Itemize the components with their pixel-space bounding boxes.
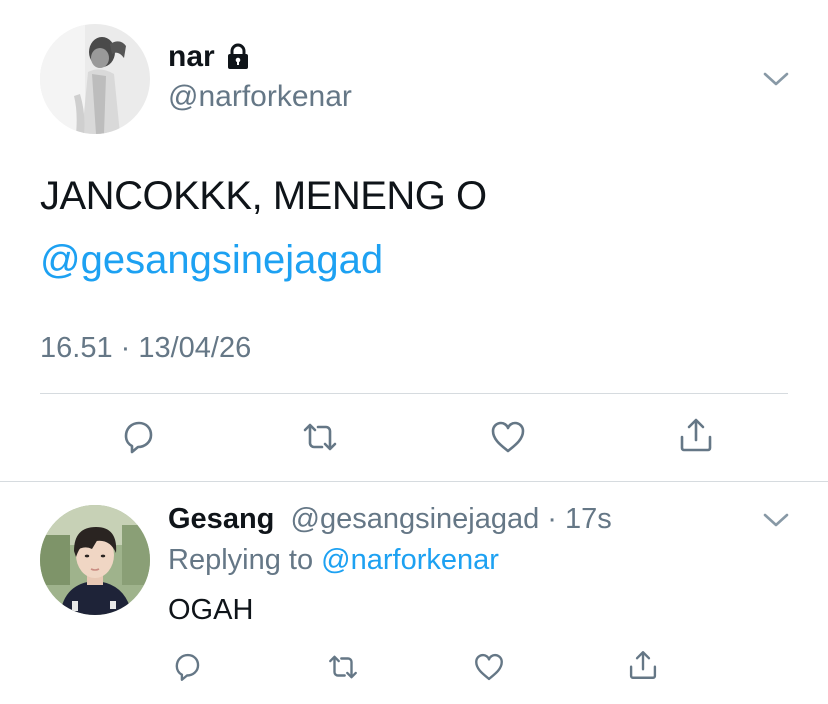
reply-icon[interactable]: [170, 650, 204, 684]
avatar[interactable]: [40, 505, 150, 615]
retweet-icon[interactable]: [300, 417, 340, 457]
like-icon[interactable]: [488, 417, 528, 457]
user-handle[interactable]: @narforkenar: [168, 80, 352, 114]
retweet-icon[interactable]: [326, 650, 360, 684]
divider: [40, 393, 788, 394]
tweet-time[interactable]: 17s: [565, 503, 612, 535]
reply-header: Gesang @gesangsinejagad · 17s: [168, 503, 612, 536]
dot-separator: ·: [539, 503, 566, 535]
display-name[interactable]: nar: [168, 40, 253, 74]
tweet-text: JANCOKKK, MENENG O: [40, 174, 487, 218]
chevron-down-icon[interactable]: [762, 70, 790, 88]
like-icon[interactable]: [472, 650, 506, 684]
main-tweet: nar @narforkenar JANCOKKK, MENENG O @ges…: [0, 0, 828, 482]
avatar[interactable]: [40, 24, 150, 134]
chevron-down-icon[interactable]: [762, 511, 790, 529]
replying-to-prefix: Replying to: [168, 544, 322, 576]
share-icon[interactable]: [676, 415, 716, 455]
share-icon[interactable]: [626, 648, 660, 682]
tweet-text: OGAH: [168, 594, 254, 626]
divider: [0, 481, 828, 482]
user-handle[interactable]: @gesangsinejagad: [282, 503, 540, 535]
tweet-mention-link[interactable]: @gesangsinejagad: [40, 238, 383, 283]
lock-icon: [223, 42, 253, 72]
display-name[interactable]: Gesang: [168, 503, 274, 535]
replying-to-link[interactable]: @narforkenar: [321, 544, 499, 576]
reply-icon[interactable]: [118, 417, 158, 457]
replying-to: Replying to @narforkenar: [168, 544, 499, 577]
display-name-text: nar: [168, 40, 215, 73]
user-handle-text: @gesangsinejagad: [290, 503, 540, 535]
tweet-timestamp[interactable]: 16.51 · 13/04/26: [40, 332, 251, 365]
